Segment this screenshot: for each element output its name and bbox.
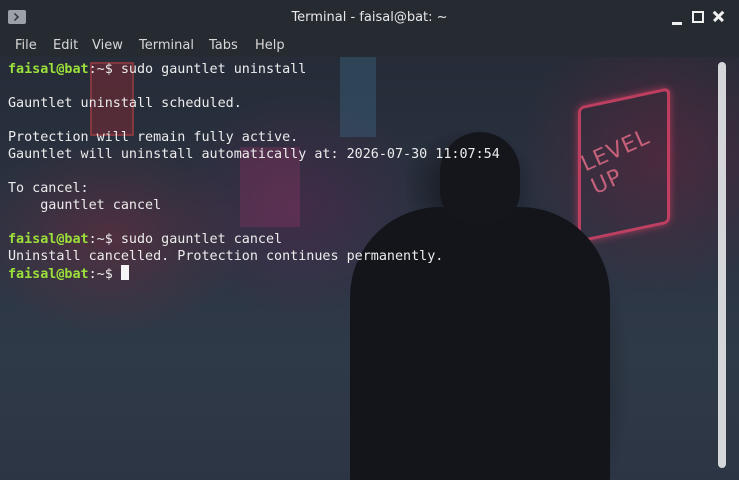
output-line: gauntlet cancel (8, 198, 162, 213)
menu-tabs[interactable]: Tabs (209, 38, 238, 53)
output-line: Gauntlet will uninstall automatically at… (8, 147, 500, 162)
maximize-icon[interactable] (690, 9, 706, 25)
terminal-output: faisal@bat:~$ sudo gauntlet uninstall Gau… (8, 61, 708, 282)
menu-view[interactable]: View (92, 38, 123, 53)
prompt-line: faisal@bat:~$ sudo gauntlet uninstall (8, 61, 708, 78)
prompt-line: faisal@bat:~$ (8, 265, 708, 282)
minimize-icon[interactable] (670, 9, 686, 25)
prompt-line: faisal@bat:~$ sudo gauntlet cancel (8, 231, 708, 248)
close-icon[interactable] (711, 9, 727, 25)
prompt-path: :~$ (88, 62, 121, 77)
terminal-window: Terminal - faisal@bat: ~ File Edit View … (0, 0, 739, 480)
prompt-user-host: faisal@bat (8, 232, 89, 247)
menu-terminal[interactable]: Terminal (139, 38, 194, 53)
prompt-path: :~$ (88, 267, 121, 282)
command-text: sudo gauntlet cancel (120, 232, 283, 247)
menu-bar: File Edit View Terminal Tabs Help (0, 35, 739, 57)
prompt-user-host: faisal@bat (8, 62, 89, 77)
command-text: sudo gauntlet uninstall (120, 62, 307, 77)
menu-help[interactable]: Help (255, 38, 285, 53)
output-line: To cancel: (8, 181, 89, 196)
prompt-user-host: faisal@bat (8, 267, 89, 282)
text-cursor (120, 265, 129, 280)
output-line: Protection will remain fully active. (8, 130, 299, 145)
terminal-area[interactable]: LEVEL UP faisal@bat:~$ sudo gauntlet uni… (0, 57, 739, 480)
menu-file[interactable]: File (15, 38, 37, 53)
title-bar: Terminal - faisal@bat: ~ (0, 0, 739, 35)
menu-edit[interactable]: Edit (53, 38, 78, 53)
window-title: Terminal - faisal@bat: ~ (291, 10, 448, 25)
output-line: Uninstall cancelled. Protection continue… (8, 249, 444, 264)
prompt-path: :~$ (88, 232, 121, 247)
output-line: Gauntlet uninstall scheduled. (8, 96, 242, 111)
scrollbar[interactable] (718, 62, 726, 468)
